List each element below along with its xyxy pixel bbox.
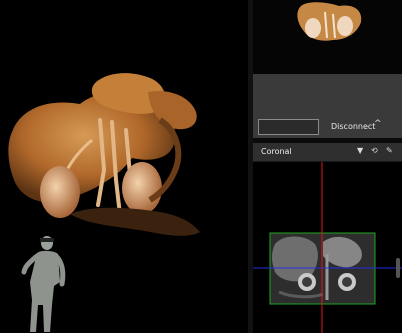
coronal-header: Coronal ▼ ⟲ ✎ xyxy=(253,143,402,162)
avatar-figure-icon xyxy=(21,236,66,332)
collapse-caret-icon[interactable]: ^ xyxy=(374,119,382,129)
coronal-title: Coronal xyxy=(261,147,292,156)
preview-thumbnail[interactable] xyxy=(253,0,402,74)
pin-icon[interactable]: ✎ xyxy=(386,146,393,155)
connection-panel: Disconnect ^ xyxy=(253,74,402,138)
coronal-slice-view[interactable] xyxy=(253,162,402,333)
3d-viewport[interactable] xyxy=(0,0,248,333)
slice-scrollbar[interactable] xyxy=(396,258,400,278)
connection-field[interactable] xyxy=(258,119,319,135)
sync-icon[interactable]: ⟲ xyxy=(371,146,378,155)
right-panel: Disconnect ^ Coronal ▼ ⟲ ✎ xyxy=(253,0,402,333)
chevron-down-icon[interactable]: ▼ xyxy=(357,146,363,155)
liver-volume-render[interactable] xyxy=(0,0,248,333)
disconnect-button[interactable]: Disconnect xyxy=(331,122,375,131)
